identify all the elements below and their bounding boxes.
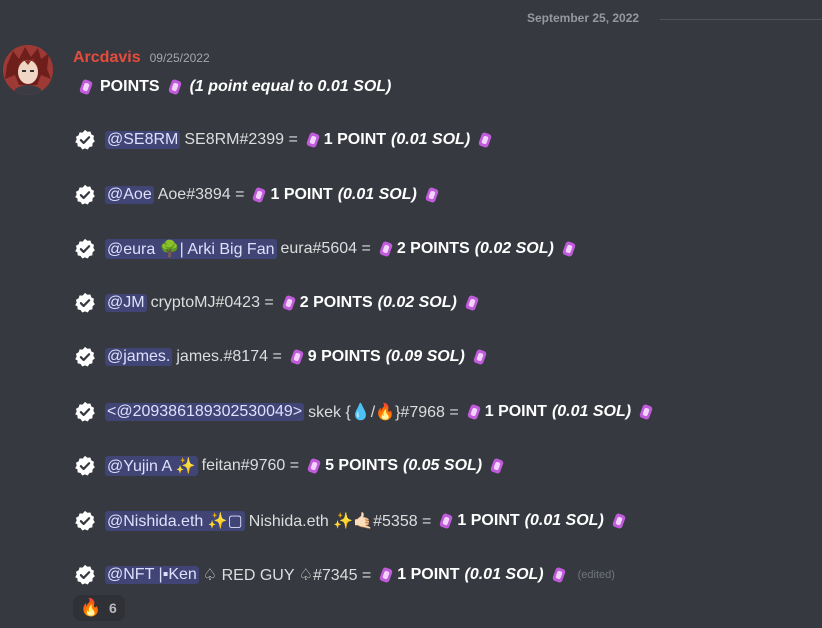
gem-icon: [465, 403, 483, 421]
gem-icon: [423, 186, 441, 204]
gem-icon: [377, 566, 395, 584]
user-tag: feitan#9760 =: [201, 457, 300, 474]
verified-check-icon: [73, 128, 97, 152]
points-amount: 1 POINT: [397, 566, 460, 583]
points-title-label: POINTS: [100, 78, 160, 95]
points-entry: <@209386189302530049> skek {💧/🔥}#7968 = 1 …: [73, 399, 655, 425]
user-mention[interactable]: @SE8RM: [105, 131, 181, 149]
user-mention[interactable]: @Aoe: [105, 186, 154, 204]
gem-icon: [471, 348, 489, 366]
sol-amount: (0.01 SOL): [551, 403, 632, 420]
gem-icon: [560, 240, 578, 258]
user-mention[interactable]: <@209386189302530049>: [105, 403, 305, 421]
gem-icon: [377, 240, 395, 258]
gem-icon: [550, 566, 568, 584]
verified-check-icon: [73, 183, 97, 207]
gem-icon: [166, 78, 184, 96]
points-amount: 1 POINT: [323, 131, 387, 148]
verified-check-icon: [73, 509, 97, 533]
user-mention[interactable]: @NFT |▪Ken: [105, 566, 199, 584]
reaction-count: 6: [109, 600, 117, 616]
points-amount: 1 POINT: [457, 512, 520, 529]
gem-icon: [77, 78, 95, 96]
message-header: Arcdavis 09/25/2022: [73, 49, 210, 71]
points-amount: 5 POINTS: [325, 457, 398, 474]
points-entry: @Yujin A ✨ feitan#9760 = 5 POINTS (0.05 SOL…: [73, 453, 506, 479]
points-amount: 9 POINTS: [307, 348, 381, 365]
sol-amount: (0.01 SOL): [464, 566, 544, 583]
sol-amount: (0.02 SOL): [377, 294, 457, 311]
sol-amount: (0.02 SOL): [474, 240, 554, 257]
points-amount: 1 POINT: [484, 403, 547, 420]
points-entry: @SE8RM SE8RM#2399 = 1 POINT (0.01 SOL): [73, 127, 494, 153]
user-tag: james.#8174 =: [176, 348, 282, 365]
user-mention[interactable]: @JM: [105, 294, 147, 312]
gem-icon: [463, 294, 481, 312]
user-tag: Aoe#3894 =: [157, 186, 245, 203]
username[interactable]: Arcdavis: [73, 49, 141, 67]
gem-icon: [637, 403, 655, 421]
verified-check-icon: [73, 291, 97, 315]
points-entry: @NFT |▪Ken ♤ RED GUY ♤#7345 = 1 POINT (0.01…: [73, 562, 615, 588]
points-entry: @james. james.#8174 = 9 POINTS (0.09 SOL): [73, 344, 489, 370]
points-entry: @eura 🌳| Arki Big Fan eura#5604 = 2 POINTS…: [73, 236, 578, 262]
sol-amount: (0.01 SOL): [391, 131, 471, 148]
avatar-image: [3, 45, 53, 95]
sol-amount: (0.01 SOL): [524, 512, 604, 529]
sol-amount: (0.09 SOL): [385, 348, 465, 365]
date-divider: September 25, 2022: [0, 11, 822, 25]
points-amount: 2 POINTS: [396, 240, 470, 257]
points-entry: @Nishida.eth ✨▢ Nishida.eth ✨🤙🏻#5358 = 1 P…: [73, 508, 628, 534]
points-rate: (1 point equal to 0.01 SOL): [189, 78, 392, 95]
edited-label: (edited): [577, 569, 615, 581]
user-mention[interactable]: @Nishida.eth ✨▢: [105, 511, 245, 531]
points-amount: 1 POINT: [270, 186, 333, 203]
gem-icon: [288, 348, 306, 366]
gem-icon: [476, 131, 494, 149]
verified-check-icon: [73, 345, 97, 369]
gem-icon: [250, 186, 268, 204]
verified-check-icon: [73, 454, 97, 478]
gem-icon: [305, 457, 323, 475]
user-tag: ♤ RED GUY ♤#7345 =: [202, 567, 372, 584]
user-tag: SE8RM#2399 =: [184, 131, 298, 148]
timestamp[interactable]: 09/25/2022: [150, 51, 210, 65]
gem-icon: [488, 457, 506, 475]
points-amount: 2 POINTS: [299, 294, 373, 311]
points-entry: @Aoe Aoe#3894 = 1 POINT (0.01 SOL): [73, 182, 441, 208]
verified-check-icon: [73, 563, 97, 587]
user-tag: Nishida.eth ✨🤙🏻#5358 =: [248, 513, 432, 530]
user-tag: cryptoMJ#0423 =: [150, 294, 274, 311]
gem-icon: [437, 512, 455, 530]
user-tag: eura#5604 =: [280, 240, 371, 257]
fire-icon: 🔥: [80, 598, 102, 617]
sol-amount: (0.05 SOL): [402, 457, 483, 474]
gem-icon: [610, 512, 628, 530]
user-mention[interactable]: @james.: [105, 348, 173, 366]
user-tag: skek {💧/🔥}#7968 =: [308, 404, 459, 421]
user-mention[interactable]: @eura 🌳| Arki Big Fan: [105, 239, 277, 259]
gem-icon: [280, 294, 298, 312]
verified-check-icon: [73, 400, 97, 424]
user-mention[interactable]: @Yujin A ✨: [105, 456, 198, 476]
divider-line: [660, 19, 822, 20]
gem-icon: [304, 131, 322, 149]
points-title: POINTS (1 point equal to 0.01 SOL): [77, 75, 391, 99]
divider-date: September 25, 2022: [523, 11, 644, 25]
reaction-button[interactable]: 🔥 6: [73, 595, 125, 621]
avatar[interactable]: [3, 45, 53, 95]
sol-amount: (0.01 SOL): [337, 186, 417, 203]
points-entry: @JM cryptoMJ#0423 = 2 POINTS (0.02 SOL): [73, 290, 481, 316]
verified-check-icon: [73, 237, 97, 261]
